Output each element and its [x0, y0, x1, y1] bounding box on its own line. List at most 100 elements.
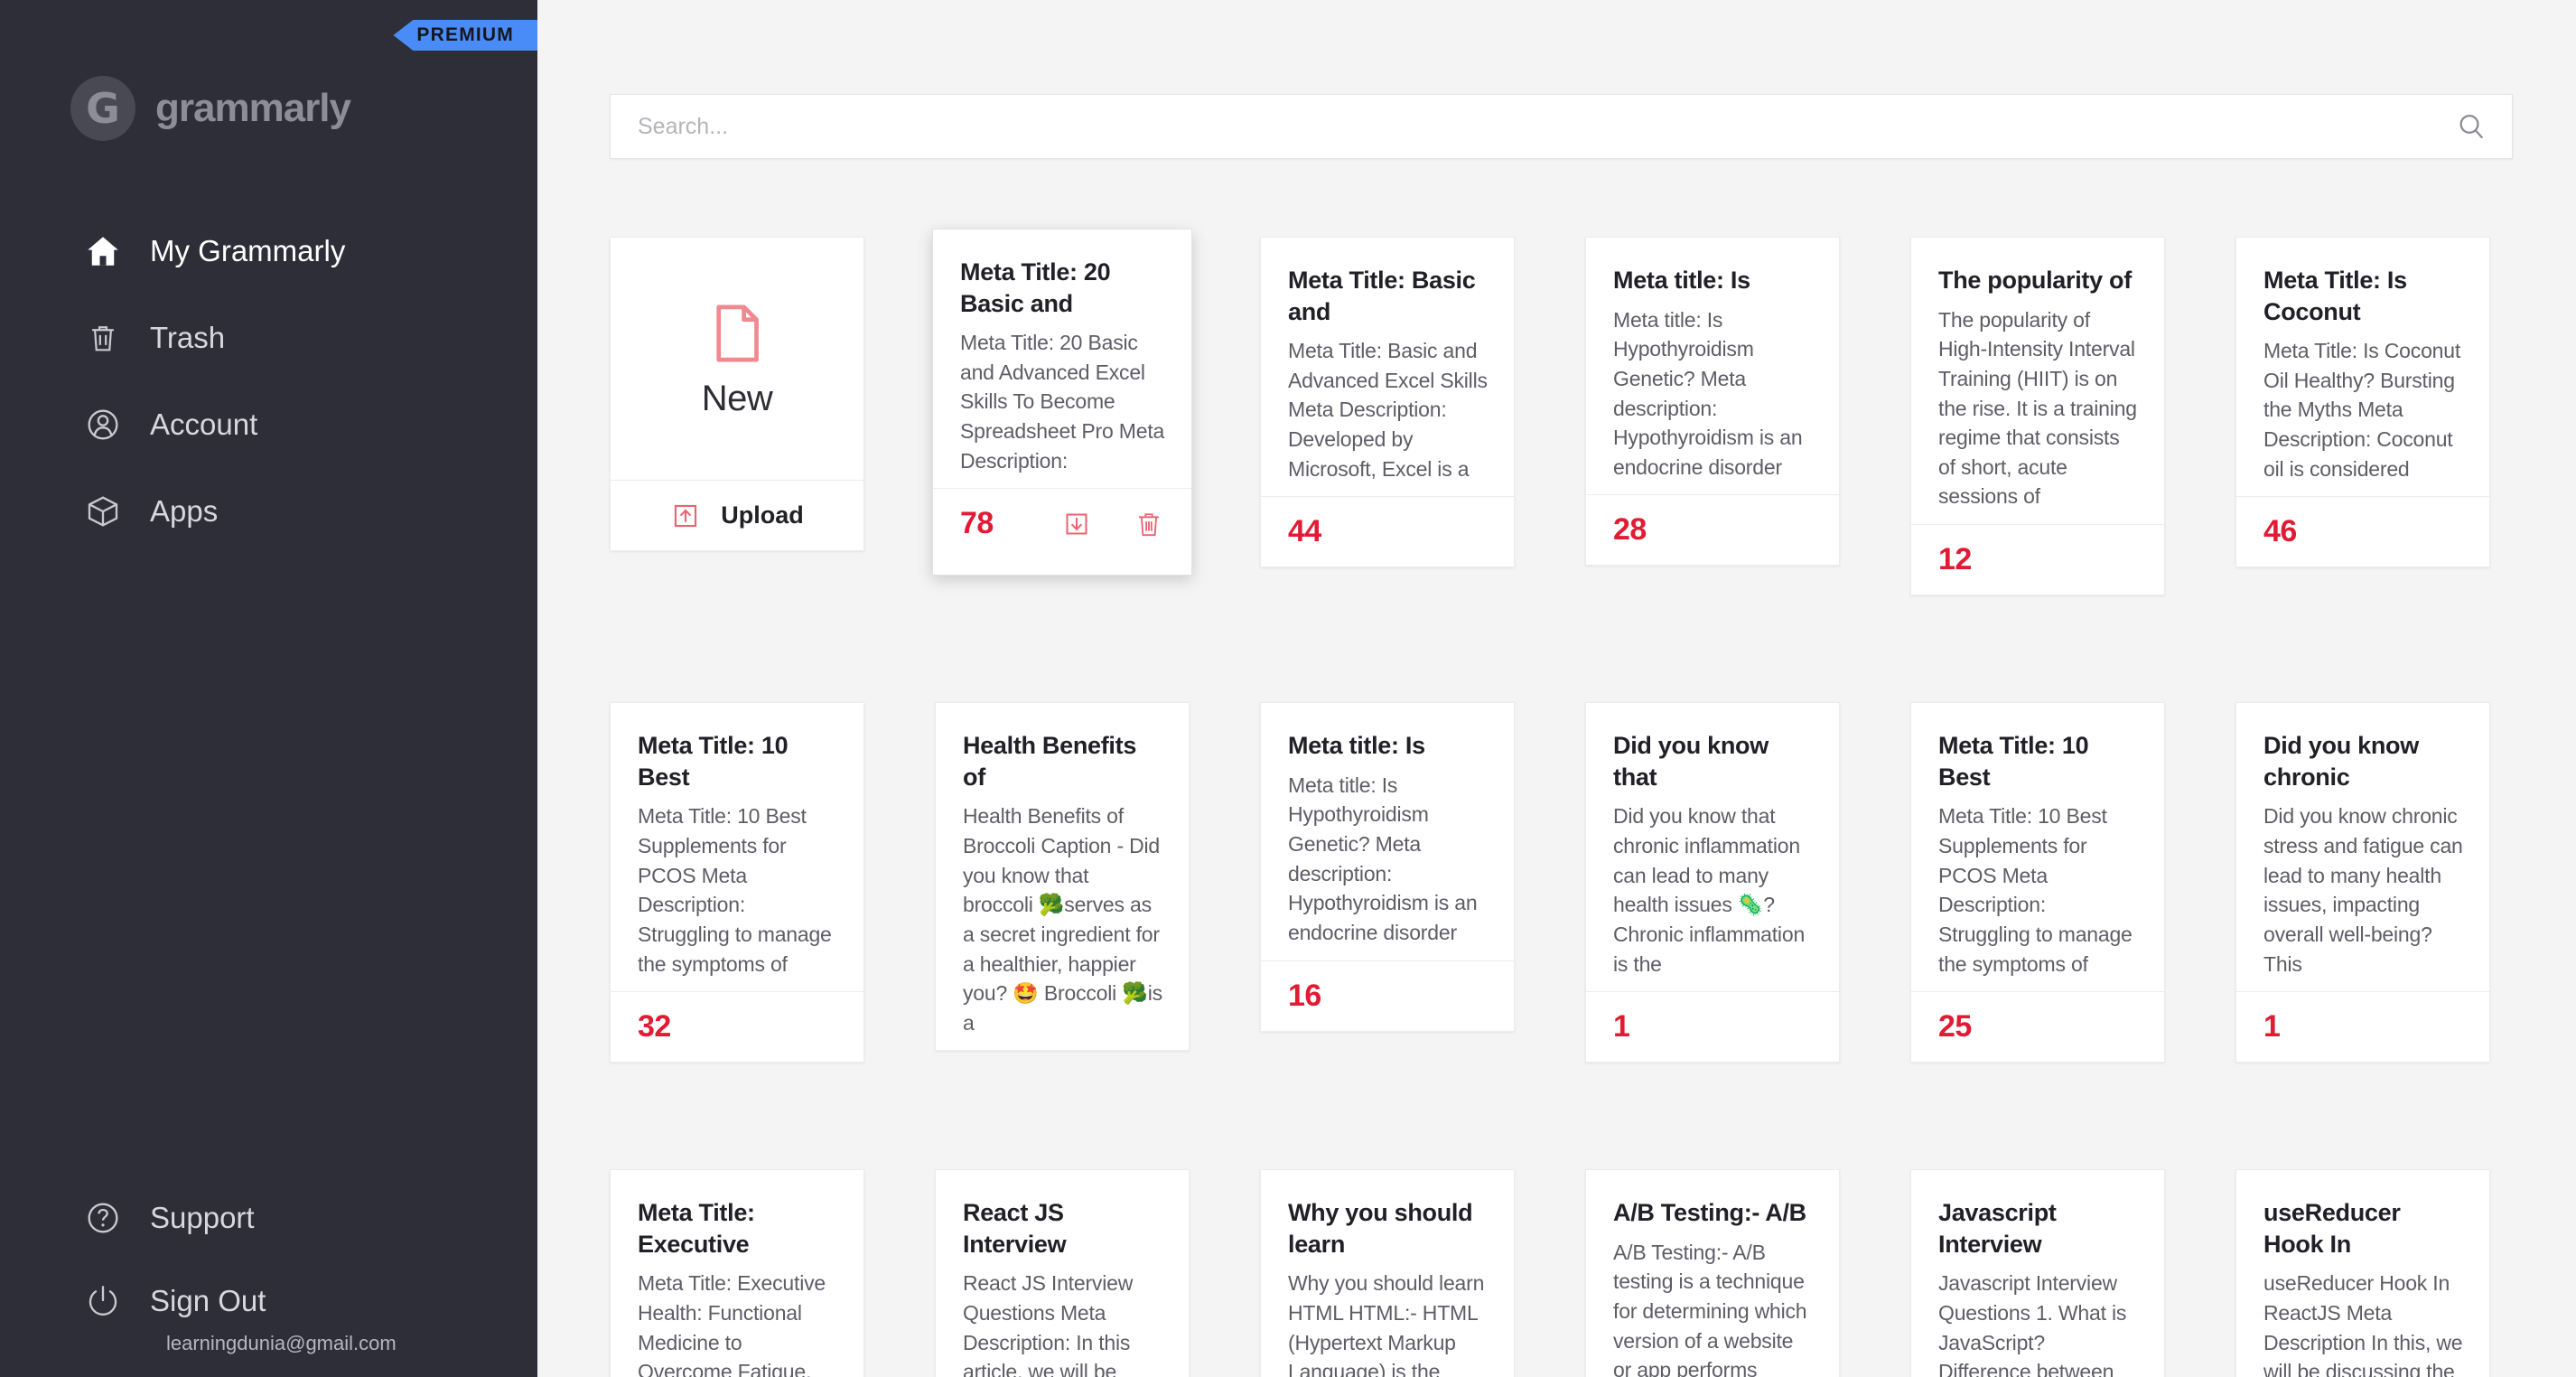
grid-cell: Meta Title: 20 Basic and Meta Title: 20 … [935, 237, 1190, 576]
document-score: 46 [2263, 514, 2297, 549]
document-description: useReducer Hook In ReactJS Meta Descript… [2263, 1269, 2464, 1377]
premium-badge-label: PREMIUM [416, 24, 514, 46]
help-icon [83, 1198, 123, 1238]
upload-icon [670, 501, 701, 531]
document-card-body[interactable]: Meta title: Is Meta title: Is Hypothyroi… [1586, 238, 1839, 494]
brand-logo[interactable]: G grammarly [70, 76, 537, 141]
power-icon [83, 1281, 123, 1321]
document-description: The popularity of High-Intensity Interva… [1938, 305, 2139, 512]
document-card-body[interactable]: Meta Title: 20 Basic and Meta Title: 20 … [933, 230, 1191, 488]
document-card-actions [1061, 509, 1168, 539]
document-score: 78 [960, 506, 994, 541]
document-title: Meta title: Is [1288, 730, 1489, 762]
document-card[interactable]: Javascript Interview Javascript Intervie… [1910, 1169, 2165, 1377]
document-card-body[interactable]: The popularity of The popularity of High… [1911, 238, 2164, 524]
document-card[interactable]: Meta title: Is Meta title: Is Hypothyroi… [1260, 702, 1515, 1031]
document-card-body[interactable]: Meta Title: Is Coconut Meta Title: Is Co… [2236, 238, 2489, 496]
document-card[interactable]: Meta Title: Is Coconut Meta Title: Is Co… [2235, 237, 2490, 567]
document-description: Meta Title: 10 Best Supplements for PCOS… [638, 801, 838, 979]
download-icon[interactable] [1061, 509, 1092, 539]
grid-cell: useReducer Hook In useReducer Hook In Re… [2235, 1169, 2490, 1377]
sidebar-item-support[interactable]: Support [0, 1176, 537, 1260]
document-card[interactable]: Meta Title: 10 Best Meta Title: 10 Best … [1910, 702, 2165, 1063]
document-description: Why you should learn HTML HTML:- HTML (H… [1288, 1269, 1489, 1377]
document-card[interactable]: Meta title: Is Meta title: Is Hypothyroi… [1585, 237, 1840, 566]
document-card[interactable]: useReducer Hook In useReducer Hook In Re… [2235, 1169, 2490, 1377]
document-card[interactable]: Meta Title: Executive Meta Title: Execut… [610, 1169, 864, 1377]
sidebar-item-trash[interactable]: Trash [0, 295, 537, 381]
document-card-body[interactable]: React JS Interview React JS Interview Qu… [936, 1170, 1189, 1377]
grid-cell: Meta title: Is Meta title: Is Hypothyroi… [1585, 237, 1840, 566]
upload-button[interactable]: Upload [611, 480, 863, 550]
grid-cell: Meta Title: 10 Best Meta Title: 10 Best … [1910, 702, 2165, 1063]
document-card[interactable]: Did you know that Did you know that chro… [1585, 702, 1840, 1063]
search-bar[interactable] [610, 94, 2513, 159]
document-card-body[interactable]: useReducer Hook In useReducer Hook In Re… [2236, 1170, 2489, 1377]
new-document-body[interactable]: New [611, 238, 863, 480]
sidebar-item-my-grammarly[interactable]: My Grammarly [0, 208, 537, 295]
document-card[interactable]: Meta Title: 20 Basic and Meta Title: 20 … [932, 229, 1192, 576]
document-card-body[interactable]: Meta Title: 10 Best Meta Title: 10 Best … [611, 703, 863, 991]
document-description: Javascript Interview Questions 1. What i… [1938, 1269, 2139, 1377]
document-card-footer: 32 [611, 991, 863, 1062]
premium-badge[interactable]: PREMIUM [393, 20, 537, 51]
document-card-footer: 25 [1911, 991, 2164, 1062]
app-root: PREMIUM G grammarly My Grammarly [0, 0, 2576, 1377]
document-card-body[interactable]: Javascript Interview Javascript Intervie… [1911, 1170, 2164, 1377]
grid-cell: Did you know chronic Did you know chroni… [2235, 702, 2490, 1063]
document-card-body[interactable]: Did you know chronic Did you know chroni… [2236, 703, 2489, 991]
document-score: 1 [1613, 1009, 1629, 1044]
apps-icon [83, 492, 123, 531]
document-card[interactable]: Meta Title: Basic and Meta Title: Basic … [1260, 237, 1515, 567]
document-card[interactable]: A/B Testing:- A/B A/B Testing:- A/B test… [1585, 1169, 1840, 1377]
new-document-card[interactable]: New Upload [610, 237, 864, 551]
document-card-footer: 16 [1261, 960, 1514, 1031]
document-card-body[interactable]: Meta Title: Basic and Meta Title: Basic … [1261, 238, 1514, 496]
document-card[interactable]: Health Benefits of Health Benefits of Br… [935, 702, 1190, 1051]
user-email: learningdunia@gmail.com [0, 1332, 537, 1368]
grid-cell: Meta Title: 10 Best Meta Title: 10 Best … [610, 702, 864, 1063]
sidebar-item-apps[interactable]: Apps [0, 468, 537, 555]
new-document-label: New [702, 379, 773, 419]
grid-cell: A/B Testing:- A/B A/B Testing:- A/B test… [1585, 1169, 1840, 1377]
main-content: New Upload [537, 0, 2576, 1377]
document-description: Meta title: Is Hypothyroidism Genetic? M… [1613, 305, 1814, 482]
search-icon[interactable] [2456, 111, 2487, 142]
sidebar-item-sign-out[interactable]: Sign Out [0, 1260, 537, 1343]
document-title: Meta Title: 20 Basic and [960, 257, 1166, 319]
document-description: Meta Title: 10 Best Supplements for PCOS… [1938, 801, 2139, 979]
document-description: Health Benefits of Broccoli Caption - Di… [963, 801, 1163, 1037]
grid-cell: Meta Title: Basic and Meta Title: Basic … [1260, 237, 1515, 567]
document-card-body[interactable]: A/B Testing:- A/B A/B Testing:- A/B test… [1586, 1170, 1839, 1377]
document-card-body[interactable]: Health Benefits of Health Benefits of Br… [936, 703, 1189, 1050]
sidebar-spacer [0, 555, 537, 1176]
document-card[interactable]: The popularity of The popularity of High… [1910, 237, 2165, 595]
document-card[interactable]: Why you should learn Why you should lear… [1260, 1169, 1515, 1377]
sidebar-item-label: Trash [150, 321, 225, 355]
document-card-body[interactable]: Why you should learn Why you should lear… [1261, 1170, 1514, 1377]
document-title: Meta Title: 10 Best [1938, 730, 2139, 792]
upload-label: Upload [721, 501, 804, 529]
document-card-body[interactable]: Meta Title: Executive Meta Title: Execut… [611, 1170, 863, 1377]
document-score: 25 [1938, 1009, 1972, 1044]
search-input[interactable] [638, 114, 2456, 140]
document-card[interactable]: Did you know chronic Did you know chroni… [2235, 702, 2490, 1063]
document-card-footer: 78 [933, 488, 1191, 558]
document-card-body[interactable]: Did you know that Did you know that chro… [1586, 703, 1839, 991]
document-description: Meta Title: 20 Basic and Advanced Excel … [960, 328, 1166, 475]
document-grid: New Upload [537, 237, 2576, 1377]
document-title: The popularity of [1938, 265, 2139, 296]
document-title: React JS Interview [963, 1197, 1163, 1260]
document-title: useReducer Hook In [2263, 1197, 2464, 1260]
document-card[interactable]: React JS Interview React JS Interview Qu… [935, 1169, 1190, 1377]
sidebar-item-account[interactable]: Account [0, 381, 537, 468]
delete-icon[interactable] [1134, 509, 1164, 539]
document-card[interactable]: Meta Title: 10 Best Meta Title: 10 Best … [610, 702, 864, 1063]
document-card-body[interactable]: Meta Title: 10 Best Meta Title: 10 Best … [1911, 703, 2164, 991]
grid-cell: Why you should learn Why you should lear… [1260, 1169, 1515, 1377]
grid-cell: Meta Title: Executive Meta Title: Execut… [610, 1169, 864, 1377]
grid-cell: React JS Interview React JS Interview Qu… [935, 1169, 1190, 1377]
document-card-body[interactable]: Meta title: Is Meta title: Is Hypothyroi… [1261, 703, 1514, 960]
document-score: 44 [1288, 514, 1321, 549]
document-score: 32 [638, 1009, 671, 1044]
